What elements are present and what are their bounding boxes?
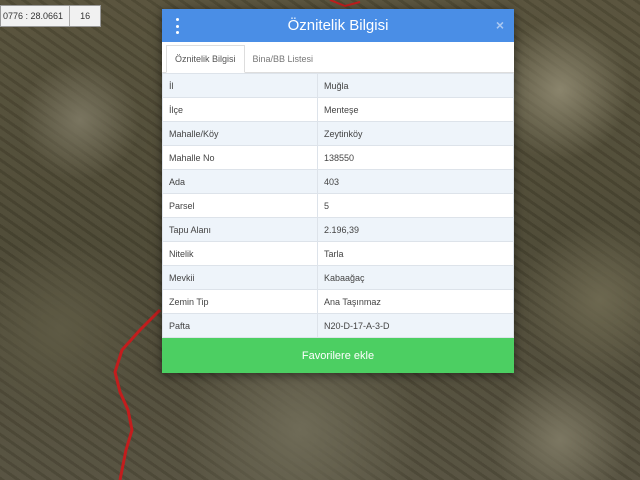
table-row: Pafta N20-D-17-A-3-D [162,313,514,338]
table-row: Mahalle No 138550 [162,145,514,170]
row-value: Menteşe [317,97,514,122]
attribute-info-dialog: Öznitelik Bilgisi × Öznitelik Bilgisi Bi… [162,9,514,373]
row-key: Mahalle No [162,145,318,170]
table-row: İl Muğla [162,73,514,98]
row-value: N20-D-17-A-3-D [317,313,514,338]
row-value: Zeytinköy [317,121,514,146]
row-key: Tapu Alanı [162,217,318,242]
table-row: Ada 403 [162,169,514,194]
row-key: Parsel [162,193,318,218]
row-key: Zemin Tip [162,289,318,314]
row-key: Mahalle/Köy [162,121,318,146]
row-value: Ana Taşınmaz [317,289,514,314]
coordinate-readout: 0776 : 28.0661 16 [0,5,102,27]
row-key: Mevkii [162,265,318,290]
dialog-tabs: Öznitelik Bilgisi Bina/BB Listesi [162,42,514,73]
dialog-header: Öznitelik Bilgisi × [162,9,514,42]
attribute-table: İl Muğla İlçe Menteşe Mahalle/Köy Zeytin… [162,73,514,338]
row-value: 5 [317,193,514,218]
row-value: 403 [317,169,514,194]
table-row: İlçe Menteşe [162,97,514,122]
row-value: Tarla [317,241,514,266]
coordinate-text: 0776 : 28.0661 [1,6,71,26]
table-row: Mevkii Kabaağaç [162,265,514,290]
row-value: Muğla [317,73,514,98]
more-options-icon[interactable] [174,18,180,34]
add-to-favorites-button[interactable]: Favorilere ekle [162,338,514,373]
table-row: Parsel 5 [162,193,514,218]
row-key: Ada [162,169,318,194]
table-row: Tapu Alanı 2.196,39 [162,217,514,242]
row-key: Pafta [162,313,318,338]
row-value: 2.196,39 [317,217,514,242]
row-key: İl [162,73,318,98]
row-value: 138550 [317,145,514,170]
close-icon[interactable]: × [496,17,504,33]
tab-attribute-info[interactable]: Öznitelik Bilgisi [166,45,245,73]
dialog-title: Öznitelik Bilgisi [287,17,389,34]
row-key: İlçe [162,97,318,122]
table-row: Zemin Tip Ana Taşınmaz [162,289,514,314]
table-row: Mahalle/Köy Zeytinköy [162,121,514,146]
row-value: Kabaağaç [317,265,514,290]
tab-building-list[interactable]: Bina/BB Listesi [245,46,322,72]
table-row: Nitelik Tarla [162,241,514,266]
zoom-level: 16 [80,11,91,21]
row-key: Nitelik [162,241,318,266]
